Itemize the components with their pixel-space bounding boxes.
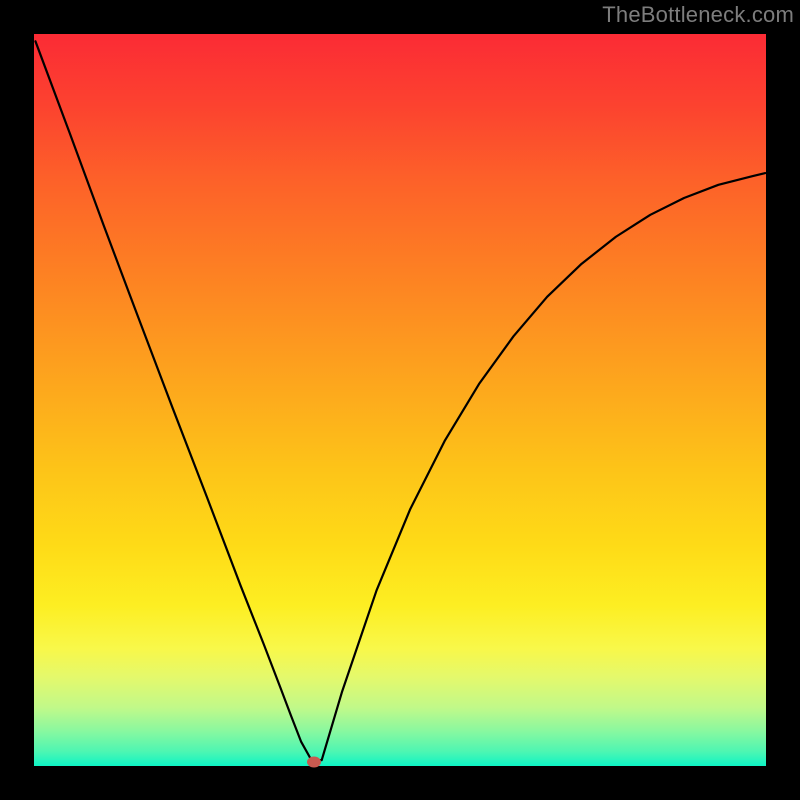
watermark-label: TheBottleneck.com	[602, 2, 794, 28]
minimum-marker-icon	[307, 757, 321, 768]
chart-frame: TheBottleneck.com	[0, 0, 800, 800]
bottleneck-curve	[34, 34, 766, 766]
plot-area	[34, 34, 766, 766]
